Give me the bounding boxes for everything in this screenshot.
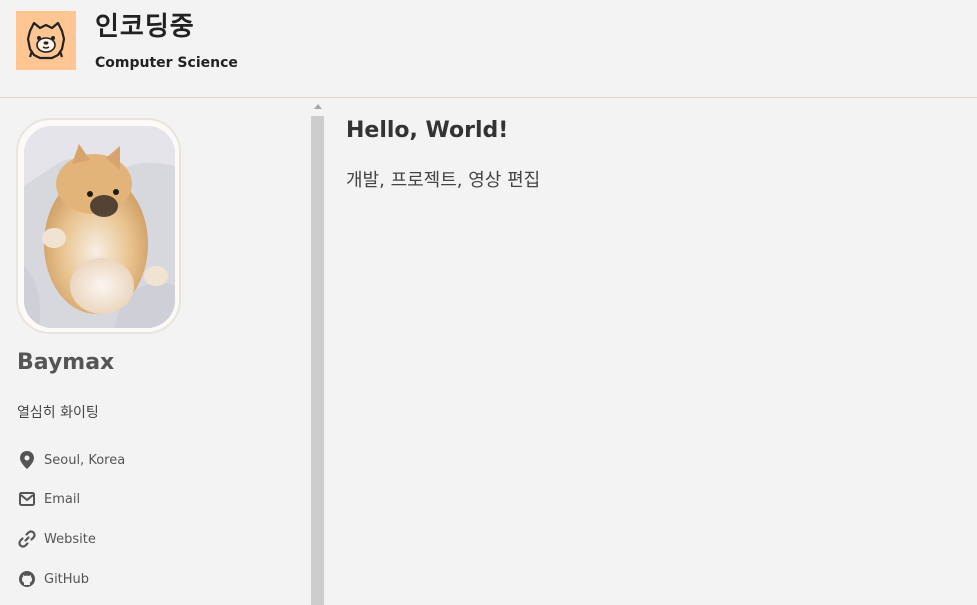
site-subtitle: Computer Science [95, 55, 238, 71]
website-link[interactable]: Website [17, 528, 96, 550]
profile-photo-image [24, 126, 175, 328]
email-link[interactable]: Email [17, 488, 80, 510]
profile-photo-frame [16, 118, 181, 334]
location-label: Seoul, Korea [44, 452, 126, 468]
scrollbar-thumb[interactable] [311, 116, 324, 605]
sidebar-scrollbar[interactable] [311, 99, 325, 605]
profile-name: Baymax [17, 350, 115, 375]
map-marker-icon [17, 450, 37, 470]
dog-face-icon [26, 21, 66, 60]
envelope-icon [17, 489, 37, 509]
post-heading: Hello, World! [346, 118, 509, 143]
link-icon [17, 529, 37, 549]
email-label: Email [44, 491, 81, 507]
post-text: 개발, 프로젝트, 영상 편집 [346, 170, 541, 191]
sidebar: Baymax 열심히 화이팅 Seoul, Korea Email Websit… [0, 99, 310, 605]
website-label: Website [44, 531, 96, 547]
site-logo[interactable] [16, 11, 76, 70]
profile-bio: 열심히 화이팅 [17, 405, 99, 421]
github-label: GitHub [44, 571, 90, 587]
profile-photo [24, 126, 175, 328]
github-link[interactable]: GitHub [17, 568, 89, 590]
site-title[interactable]: 인코딩중 [95, 6, 195, 43]
scroll-up-arrow-icon[interactable] [314, 104, 322, 109]
main-content: Hello, World! 개발, 프로젝트, 영상 편집 [346, 118, 946, 192]
site-header: 인코딩중 Computer Science [0, 0, 977, 98]
github-icon [17, 569, 37, 589]
location-link[interactable]: Seoul, Korea [17, 449, 125, 471]
